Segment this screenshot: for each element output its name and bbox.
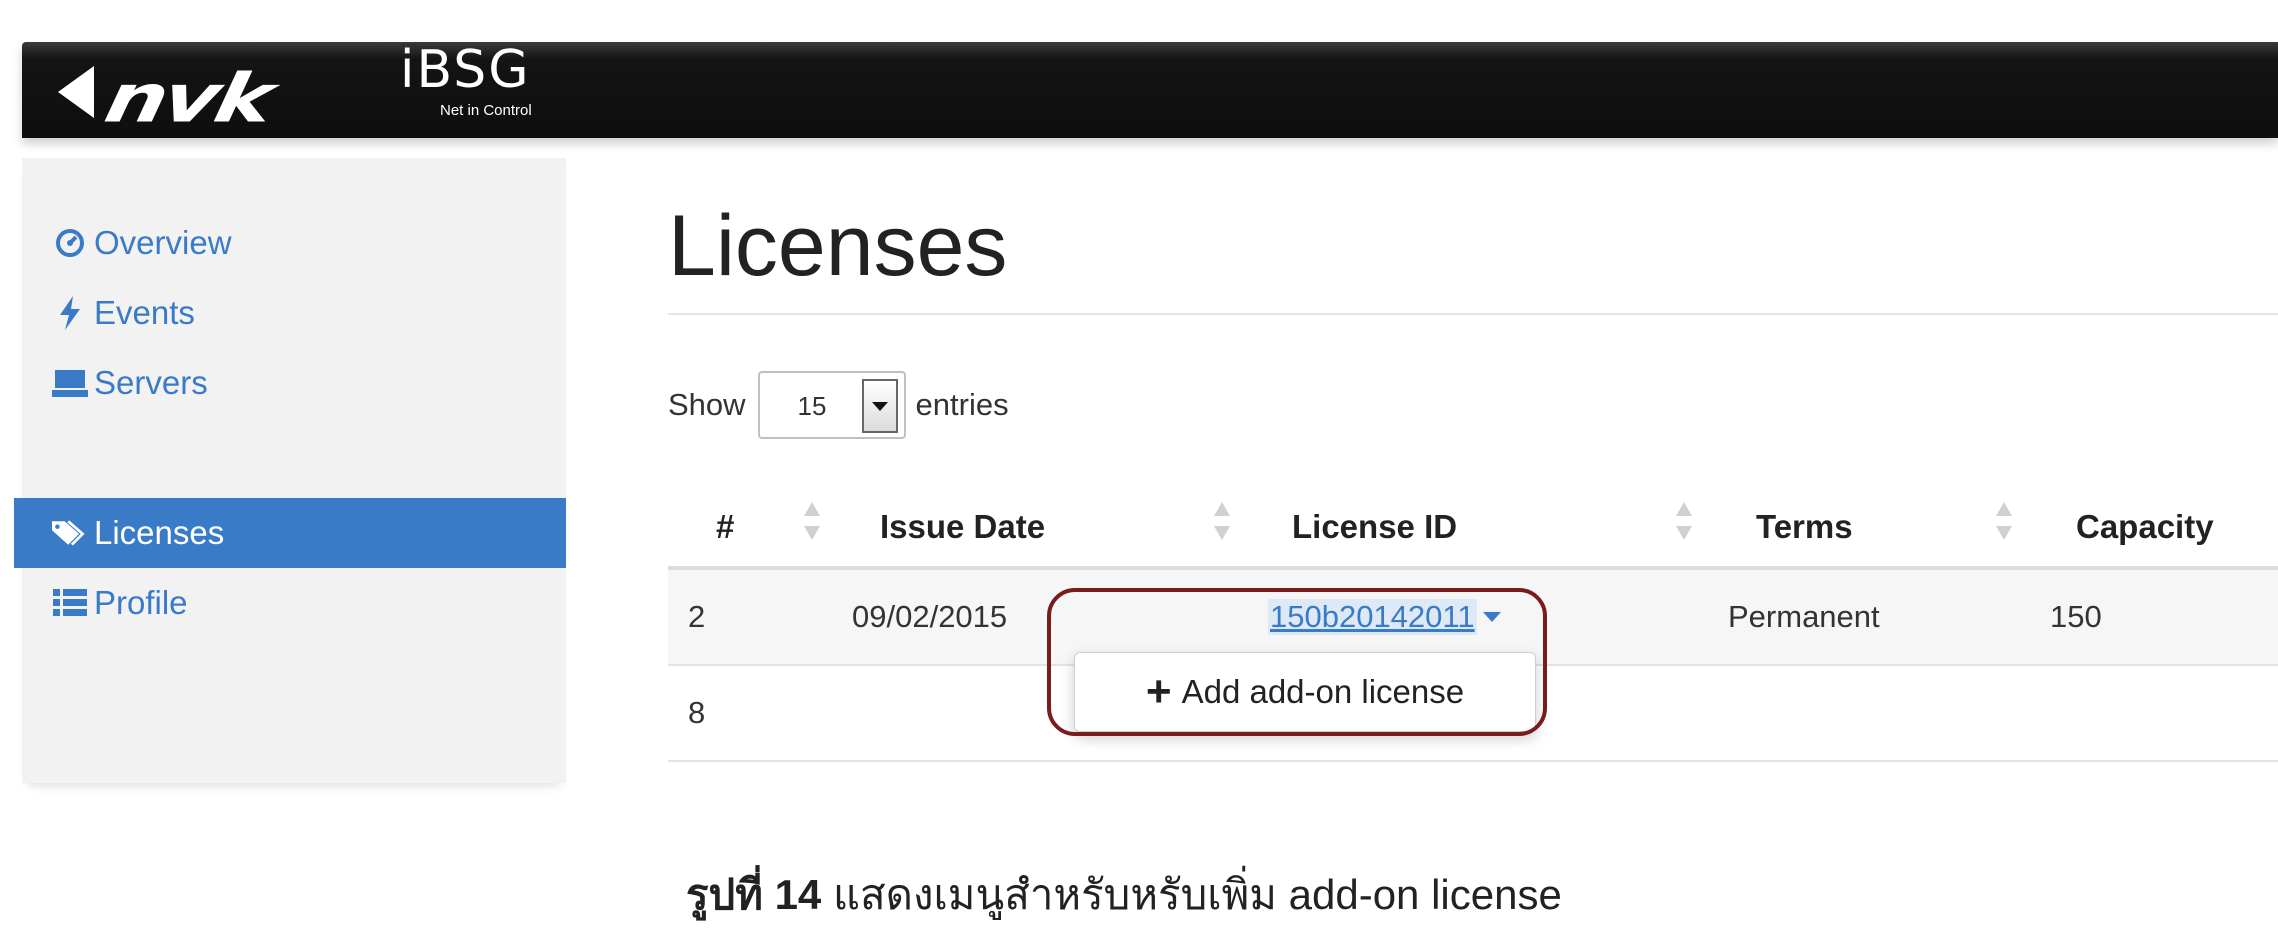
nvk-logo[interactable]: nvk	[58, 50, 277, 138]
figure-caption: รูปที่ 14 แสดงเมนูสำหรับหรับเพิ่ม add-on…	[686, 862, 1562, 928]
cell-capacity: 150	[2050, 599, 2102, 634]
sidebar-item-events[interactable]: Events	[22, 278, 566, 348]
cell-issue-date: 09/02/2015	[852, 599, 1008, 634]
cell-number: 8	[688, 695, 706, 730]
sort-icon[interactable]	[1214, 502, 1230, 546]
sidebar-item-label: Profile	[94, 584, 188, 621]
product-tagline: Net in Control	[440, 102, 532, 119]
server-icon	[52, 365, 88, 401]
highlight-annotation	[1047, 588, 1547, 736]
sidebar-item-label: Licenses	[94, 514, 225, 551]
length-menu: Show 15 entries	[668, 370, 1009, 440]
tags-icon	[52, 515, 88, 551]
sort-icon[interactable]	[1996, 502, 2012, 546]
sidebar-item-label: Events	[94, 294, 195, 331]
cell-terms: Permanent	[1728, 599, 1880, 634]
length-prefix: Show	[668, 387, 746, 422]
logo-arrow-icon	[58, 66, 94, 118]
bolt-icon	[52, 295, 88, 331]
sidebar-item-profile[interactable]: Profile	[22, 568, 566, 638]
title-divider	[668, 313, 2278, 315]
sidebar-item-label: Servers	[94, 364, 208, 401]
column-header-number[interactable]: #	[716, 488, 734, 566]
table-header: # Issue Date License ID Terms Capacity	[668, 488, 2278, 570]
entries-select-value: 15	[797, 391, 827, 421]
column-header-issue-date[interactable]: Issue Date	[880, 488, 1045, 566]
column-header-capacity[interactable]: Capacity	[2076, 488, 2214, 566]
chevron-down-icon	[871, 401, 888, 411]
column-header-terms[interactable]: Terms	[1756, 488, 1853, 566]
logo-wordmark: nvk	[98, 59, 278, 138]
entries-select[interactable]: 15	[757, 371, 906, 439]
select-dropdown-button[interactable]	[861, 379, 898, 433]
sidebar-item-label: Overview	[94, 224, 232, 261]
caption-text: แสดงเมนูสำหรับหรับเพิ่ม add-on license	[821, 871, 1562, 918]
dashboard-icon	[52, 225, 88, 261]
top-navbar: nvk iBSG Net in Control	[22, 42, 2278, 138]
sidebar-item-servers[interactable]: Servers	[22, 348, 566, 418]
sidebar-item-licenses[interactable]: Licenses	[14, 498, 566, 568]
sidebar-item-overview[interactable]: Overview	[22, 208, 566, 278]
page-title: Licenses	[668, 198, 1008, 294]
cell-number: 2	[688, 599, 706, 634]
sort-icon[interactable]	[804, 502, 820, 546]
sidebar: Overview Events Servers Licenses Profile	[14, 158, 566, 783]
product-name: iBSG	[400, 40, 531, 100]
caption-prefix: รูปที่ 14	[686, 871, 822, 918]
length-suffix: entries	[915, 387, 1009, 422]
list-icon	[52, 585, 88, 621]
column-header-license-id[interactable]: License ID	[1292, 488, 1457, 566]
sort-icon[interactable]	[1676, 502, 1692, 546]
